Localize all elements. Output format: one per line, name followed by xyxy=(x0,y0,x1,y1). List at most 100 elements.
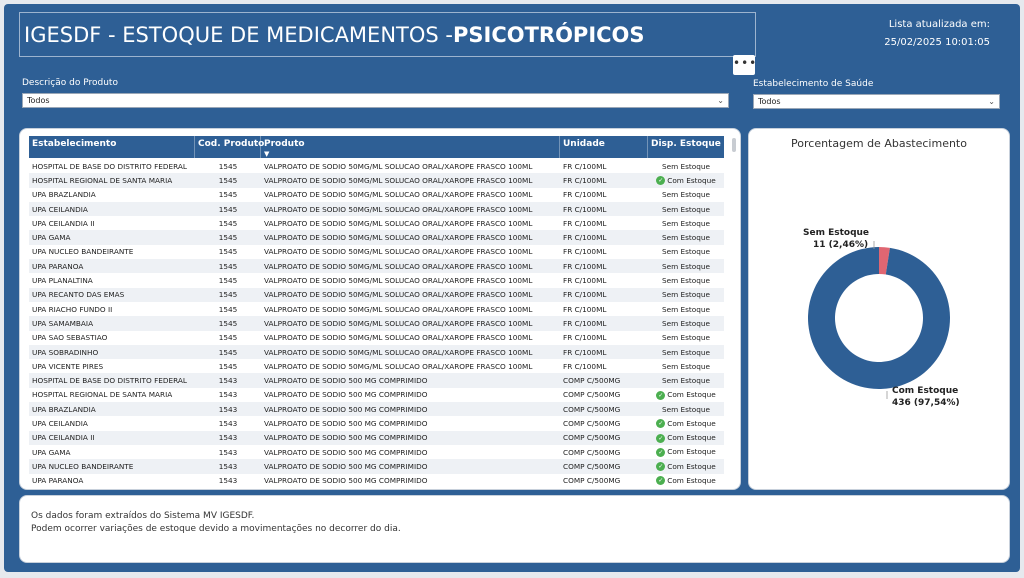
cell-unidade: FR C/100ML xyxy=(560,176,648,185)
produto-filter-value: Todos xyxy=(27,96,50,105)
cell-disp-estoque: Sem Estoque xyxy=(648,233,724,242)
cell-cod-produto-text: 1545 xyxy=(218,361,238,371)
slice-label-com-estoque-name: Com Estoque xyxy=(892,386,959,396)
cell-produto: VALPROATO DE SODIO 50MG/ML SOLUCAO ORAL/… xyxy=(261,362,560,371)
more-options-button[interactable]: ••• xyxy=(733,55,756,75)
estab-filter-dropdown[interactable]: Todos ⌄ xyxy=(753,94,1000,109)
cell-disp-estoque-text: Sem Estoque xyxy=(661,347,711,357)
produto-filter-dropdown[interactable]: Todos ⌄ xyxy=(22,93,729,108)
table-row[interactable]: UPA RECANTO DAS EMAS 1545 VALPROATO DE SOD… xyxy=(29,287,724,302)
cell-cod-produto: 1543 xyxy=(195,476,261,485)
table-row[interactable]: UPA SAMAMBAIA 1545 VALPROATO DE SODIO 50MG… xyxy=(29,316,724,331)
column-header-disp-estoque[interactable]: Disp. Estoque xyxy=(648,136,724,158)
cell-cod-produto-text: 1545 xyxy=(218,347,238,357)
chevron-down-icon: ⌄ xyxy=(988,97,995,106)
table-row[interactable]: UPA NUCLEO BANDEIRANTE 1543 VALPROATO DE S… xyxy=(29,459,724,474)
cell-estabelecimento: HOSPITAL DE BASE DO DISTRITO FEDERAL xyxy=(29,376,195,385)
table-row[interactable]: UPA GAMA 1543 VALPROATO DE SODIO 500 MG CO… xyxy=(29,445,724,459)
donut-slice-com-estoque[interactable] xyxy=(808,247,950,389)
column-header-cod-produto[interactable]: Cod. Produto xyxy=(195,136,264,158)
cell-unidade-text: FR C/100ML xyxy=(563,347,607,357)
cell-produto: VALPROATO DE SODIO 50MG/ML SOLUCAO ORAL/… xyxy=(261,176,560,185)
cell-disp-estoque-text: Sem Estoque xyxy=(661,233,711,243)
note-line-1: Os dados foram extraídos do Sistema MV I… xyxy=(31,511,255,521)
title-prefix: IGESDF - ESTOQUE DE MEDICAMENTOS - xyxy=(24,22,453,47)
cell-cod-produto-text: 1545 xyxy=(218,161,238,171)
cell-unidade: COMP C/500MG xyxy=(560,419,648,428)
cell-produto-text: VALPROATO DE SODIO 500 MG COMPRIMIDO xyxy=(264,476,428,486)
cell-unidade: FR C/100ML xyxy=(560,219,648,228)
cell-produto-text: VALPROATO DE SODIO 50MG/ML SOLUCAO ORAL/… xyxy=(264,233,533,243)
column-header-produto[interactable]: Produto ▼ xyxy=(261,136,560,158)
cell-cod-produto: 1545 xyxy=(195,276,261,285)
cell-produto: VALPROATO DE SODIO 500 MG COMPRIMIDO xyxy=(261,433,560,442)
estab-filter-value: Todos xyxy=(758,97,781,106)
cell-produto-text: VALPROATO DE SODIO 50MG/ML SOLUCAO ORAL/… xyxy=(264,204,533,214)
table-row[interactable]: HOSPITAL REGIONAL DE SANTA MARIA 1543 VALP… xyxy=(29,388,724,402)
note-text: Os dados foram extraídos do Sistema MV I… xyxy=(31,510,401,536)
slice-label-sem-estoque: Sem Estoque 11 (2,46%) xyxy=(803,227,869,251)
produto-filter-label: Descrição do Produto xyxy=(22,78,118,88)
table-row[interactable]: UPA CEILANDIA II 1543 VALPROATO DE SODIO 5… xyxy=(29,430,724,445)
cell-unidade: COMP C/500MG xyxy=(560,376,648,385)
table-header: Estabelecimento Cod. Produto Produto ▼ Un… xyxy=(29,136,724,158)
table-row[interactable]: UPA PLANALTINA 1545 VALPROATO DE SODIO 50M… xyxy=(29,273,724,287)
check-circle-icon: ✓ xyxy=(656,433,666,443)
cell-estabelecimento-text: UPA PLANALTINA xyxy=(32,276,93,286)
cell-estabelecimento: UPA VICENTE PIRES xyxy=(29,362,195,371)
table-row[interactable]: UPA CEILANDIA II 1545 VALPROATO DE SODIO 5… xyxy=(29,216,724,230)
cell-cod-produto: 1545 xyxy=(195,233,261,242)
cell-unidade-text: FR C/100ML xyxy=(563,333,607,343)
cell-estabelecimento-text: UPA GAMA xyxy=(32,233,71,243)
cell-cod-produto: 1543 xyxy=(195,433,261,442)
cell-unidade-text: FR C/100ML xyxy=(563,247,607,257)
cell-disp-estoque: Sem Estoque xyxy=(648,162,724,171)
table-row[interactable]: UPA CEILANDIA 1545 VALPROATO DE SODIO 50MG… xyxy=(29,201,724,217)
cell-estabelecimento: UPA GAMA xyxy=(29,233,195,242)
table-row[interactable]: UPA BRAZLANDIA 1545 VALPROATO DE SODIO 50M… xyxy=(29,188,724,202)
column-header-estabelecimento[interactable]: Estabelecimento xyxy=(29,136,195,158)
table-row[interactable]: UPA NUCLEO BANDEIRANTE 1545 VALPROATO DE S… xyxy=(29,245,724,259)
cell-disp-estoque-text: Com Estoque xyxy=(667,175,716,185)
cell-produto: VALPROATO DE SODIO 50MG/ML SOLUCAO ORAL/… xyxy=(261,262,560,271)
cell-disp-estoque-text: Sem Estoque xyxy=(661,404,711,414)
table-row[interactable]: UPA SAO SEBASTIAO 1545 VALPROATO DE SODIO … xyxy=(29,331,724,345)
cell-produto-text: VALPROATO DE SODIO 500 MG COMPRIMIDO xyxy=(264,418,428,428)
cell-disp-estoque-text: Sem Estoque xyxy=(661,361,711,371)
cell-disp-estoque: Sem Estoque xyxy=(648,190,724,199)
cell-produto: VALPROATO DE SODIO 50MG/ML SOLUCAO ORAL/… xyxy=(261,348,560,357)
table-row[interactable]: UPA PARANOA 1543 VALPROATO DE SODIO 500 MG… xyxy=(29,474,724,488)
cell-disp-estoque-text: Sem Estoque xyxy=(661,204,711,214)
cell-produto-text: VALPROATO DE SODIO 500 MG COMPRIMIDO xyxy=(264,433,428,443)
table-scrollbar[interactable] xyxy=(732,138,736,152)
cell-unidade-text: FR C/100ML xyxy=(563,233,607,243)
table-row[interactable]: UPA BRAZLANDIA 1543 VALPROATO DE SODIO 500… xyxy=(29,402,724,417)
cell-cod-produto-text: 1543 xyxy=(218,476,238,486)
table-row[interactable]: UPA CEILANDIA 1543 VALPROATO DE SODIO 500 … xyxy=(29,416,724,430)
cell-estabelecimento-text: UPA PARANOA xyxy=(32,261,84,271)
cell-estabelecimento: UPA RIACHO FUNDO II xyxy=(29,305,195,314)
table-row[interactable]: HOSPITAL DE BASE DO DISTRITO FEDERAL 1543… xyxy=(29,373,724,388)
cell-cod-produto-text: 1545 xyxy=(218,290,238,300)
column-header-produto-label: Produto xyxy=(264,139,305,149)
slice-label-sem-estoque-name: Sem Estoque xyxy=(803,228,870,238)
table-row[interactable]: HOSPITAL REGIONAL DE SANTA MARIA 1545 VALP… xyxy=(29,173,724,188)
table-row[interactable]: UPA GAMA 1545 VALPROATO DE SODIO 50MG/ML S… xyxy=(29,230,724,245)
table-row[interactable]: UPA SOBRADINHO 1545 VALPROATO DE SODIO 50M… xyxy=(29,344,724,360)
cell-produto-text: VALPROATO DE SODIO 50MG/ML SOLUCAO ORAL/… xyxy=(264,361,533,371)
cell-produto: VALPROATO DE SODIO 500 MG COMPRIMIDO xyxy=(261,405,560,414)
cell-produto-text: VALPROATO DE SODIO 50MG/ML SOLUCAO ORAL/… xyxy=(264,175,533,185)
column-header-unidade[interactable]: Unidade xyxy=(560,136,648,158)
cell-estabelecimento-text: UPA CEILANDIA II xyxy=(32,433,95,443)
table-row[interactable]: HOSPITAL DE BASE DO DISTRITO FEDERAL 1545… xyxy=(29,159,724,173)
cell-disp-estoque: Sem Estoque xyxy=(648,405,724,414)
cell-estabelecimento: UPA RECANTO DAS EMAS xyxy=(29,290,195,299)
table-row[interactable]: UPA PARANOA 1545 VALPROATO DE SODIO 50MG/M… xyxy=(29,259,724,274)
table-row[interactable]: UPA VICENTE PIRES 1545 VALPROATO DE SODIO … xyxy=(29,359,724,373)
table-row[interactable]: UPA RIACHO FUNDO II 1545 VALPROATO DE SODI… xyxy=(29,302,724,316)
cell-disp-estoque: Sem Estoque xyxy=(648,276,724,285)
cell-unidade: FR C/100ML xyxy=(560,205,648,214)
cell-cod-produto-text: 1545 xyxy=(218,190,238,200)
cell-cod-produto-text: 1543 xyxy=(218,461,238,471)
cell-disp-estoque: ✓ Com Estoque xyxy=(648,176,724,186)
